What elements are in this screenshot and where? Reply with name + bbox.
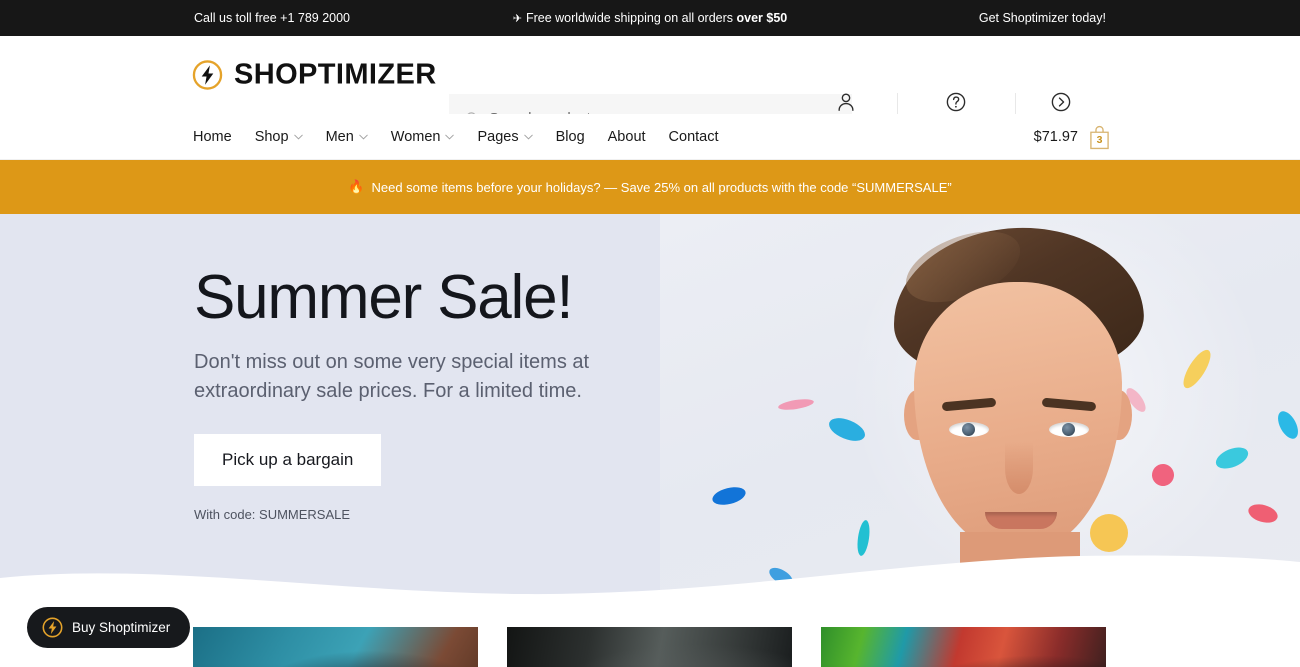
nav-item-label: Shop [254,129,289,145]
topbar-cta-link[interactable]: Get Shoptimizer today! [979,11,1106,25]
nav-item-label: Blog [555,129,585,145]
main-navigation: Home Shop Men Women Pages Blog About Con… [0,114,1300,160]
shipping-text: Free worldwide shipping on all orders [525,11,737,25]
chevron-down-icon [293,134,303,140]
topbar-phone: Call us toll free +1 789 2000 [194,11,351,25]
nav-item-shop[interactable]: Shop [255,129,303,145]
model-nose [1005,442,1033,494]
cart-total: $71.97 [1033,129,1078,145]
site-header: SHOPTIMIZER My Account Customer Help [0,36,1300,142]
cart-button[interactable]: $71.97 3 [1034,114,1110,160]
chevron-down-icon [523,134,533,140]
topbar-shipping-notice: ✈ Free worldwide shipping on all orders o… [513,11,787,25]
buy-shoptimizer-button[interactable]: Buy Shoptimizer [27,607,191,648]
nav-item-about[interactable]: About [608,129,646,145]
chevron-right-circle-icon [1051,92,1071,112]
shopping-bag-icon: 3 [1089,125,1110,150]
wave-divider [0,555,1300,612]
chevron-down-icon [359,134,368,140]
hero-code-note: With code: SUMMERSALE [194,506,351,522]
nav-item-blog[interactable]: Blog [556,129,585,145]
shipping-amount: over $50 [736,11,788,25]
nav-item-label: Home [193,129,232,145]
chevron-down-icon [445,134,455,140]
promo-text: Need some items before your holidays? — … [371,179,952,195]
hero-content: Summer Sale! Don't miss out on some very… [194,266,714,522]
airplane-icon: ✈ [512,13,522,25]
nav-item-pages[interactable]: Pages [477,129,533,145]
model-eye-right [1049,422,1089,437]
hero-section: Summer Sale! Don't miss out on some very… [0,214,1300,612]
hero-cta-button[interactable]: Pick up a bargain [194,433,382,486]
nav-item-contact[interactable]: Contact [669,129,719,145]
hero-subtitle: Don't miss out on some very special item… [194,351,590,403]
nav-item-label: Men [325,129,354,145]
category-card-row: Men’s Shirts Holiday Style Winter Jacket… [193,627,1106,667]
category-card-holiday-style[interactable]: Holiday Style [507,627,792,667]
nav-item-label: Pages [477,129,519,145]
nav-item-men[interactable]: Men [326,129,368,145]
category-card-mens-shirts[interactable]: Men’s Shirts [193,627,478,667]
model-mouth [985,512,1057,529]
lightning-bolt-circle-icon [192,60,223,90]
lightning-bolt-circle-icon [42,617,63,638]
announcement-topbar: Call us toll free +1 789 2000 ✈ Free worl… [0,0,1300,36]
nav-item-label: Contact [668,129,719,145]
cart-count: 3 [1096,133,1103,146]
category-strip: Men’s Shirts Holiday Style Winter Jacket… [0,612,1300,667]
question-circle-icon [946,92,966,112]
nav-item-label: Women [390,129,441,145]
model-eye-left [949,422,989,437]
nav-list: Home Shop Men Women Pages Blog About Con… [193,114,719,160]
site-logo[interactable]: SHOPTIMIZER [192,60,437,91]
fire-icon: 🔥 [348,179,365,194]
buy-shoptimizer-label: Buy Shoptimizer [72,620,171,635]
nav-item-women[interactable]: Women [391,129,455,145]
logo-text: SHOPTIMIZER [234,58,437,91]
nav-item-label: About [607,129,646,145]
category-card-winter-jackets[interactable]: Winter Jackets [821,627,1106,667]
hero-title: Summer Sale! [194,263,574,332]
nav-item-home[interactable]: Home [193,129,232,145]
promo-banner[interactable]: 🔥 Need some items before your holidays? … [0,160,1300,214]
user-icon [838,93,854,111]
